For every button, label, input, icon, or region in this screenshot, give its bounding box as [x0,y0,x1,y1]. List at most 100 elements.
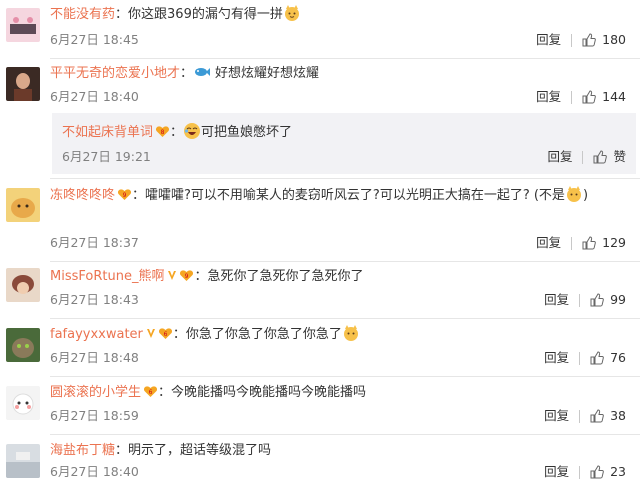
fan-badge-icon: 9 [180,270,194,281]
like-count: 99 [610,292,626,307]
reply-button[interactable]: 回复 [544,349,569,367]
comment-content: 圆滚滚的小学生 6 ：今晚能播吗今晚能播吗今晚能播吗 [50,385,367,400]
cat-face-emoji [566,186,581,202]
divider [582,150,584,164]
username[interactable]: fafayyxxwater [50,327,143,342]
comment-text: 急死你了急死你了急死你了 [207,269,364,284]
timestamp: 6月27日 18:37 [50,235,139,250]
thumbs-up-icon[interactable] [582,236,596,250]
reply-button[interactable]: 回复 [544,407,569,425]
svg-text:6: 6 [149,389,153,396]
svg-text:8: 8 [161,129,165,136]
username[interactable]: 冻咚咚咚咚 [50,188,115,203]
fan-badge-icon: 8 [155,126,170,137]
timestamp: 6月27日 18:59 [50,408,139,423]
reply-button[interactable]: 回复 [536,234,561,252]
comment-actions: 回复 23 [544,463,626,481]
avatar[interactable] [6,386,40,420]
username[interactable]: 平平无奇的恋爱小地才 [50,66,180,81]
thumbs-up-icon[interactable] [582,33,596,47]
fan-badge-icon: 6 [158,328,172,339]
reply-actions: 回复 赞 [547,148,626,166]
fish-emoji [195,68,211,76]
divider [571,236,573,250]
divider [579,351,581,365]
comment-content: MissFoRtune_熊啊 9 ：急死你了急死你了急死你了 [50,269,364,284]
separator [50,261,640,262]
separator [50,376,640,377]
reply-button[interactable]: 回复 [536,88,561,106]
username[interactable]: 海盐布丁糖 [50,443,115,458]
comment-text: 你这跟369的漏勺有得一拼 [128,7,283,22]
reply-button[interactable]: 回复 [536,31,561,49]
thumbs-up-icon[interactable] [590,409,604,423]
divider [571,33,573,47]
comment-content: 冻咚咚咚咚 9 ：嚯嚯嚯?可以不用喻某人的麦窃听风云了?可以光明正大搞在一起了? (… [50,185,628,207]
nested-reply: 不如起床背单词 8：可把鱼娘憋坏了 6月27日 19:21 回复 赞 [52,113,636,174]
thumbs-up-icon[interactable] [582,90,596,104]
thumbs-up-icon[interactable] [590,351,604,365]
username[interactable]: 圆滚滚的小学生 [50,385,141,400]
avatar[interactable] [6,444,40,478]
like-count: 76 [610,350,626,365]
avatar[interactable] [6,328,40,362]
comment-content: 不能没有药：你这跟369的漏勺有得一拼 [50,4,634,26]
thumbs-up-icon[interactable] [593,150,608,164]
avatar[interactable] [6,188,40,222]
username[interactable]: 不能没有药 [50,7,115,22]
thumbs-up-icon[interactable] [590,293,604,307]
avatar[interactable] [6,67,40,101]
like-count: 23 [610,464,626,479]
comment-text-end: ) [582,188,589,203]
reply-button[interactable]: 回复 [544,463,569,481]
comment-text: 今晚能播吗今晚能播吗今晚能播吗 [171,385,367,400]
comment-text: 嚯嚯嚯?可以不用喻某人的麦窃听风云了?可以光明正大搞在一起了? (不是 [145,188,565,203]
cat-face-emoji [284,5,299,21]
comment-content: fafayyxxwater 6 ：你急了你急了你急了你急了 [50,324,634,346]
like-label: 赞 [613,149,626,164]
like-count: 180 [602,32,626,47]
separator [50,178,640,179]
comment-text: 明示了，超话等级混了吗 [128,443,272,458]
comment-actions: 回复 129 [536,234,626,252]
comment-actions: 回复 180 [536,31,626,49]
divider [571,90,573,104]
divider [579,293,581,307]
comment-actions: 回复 144 [536,88,626,106]
cat-face-emoji [343,325,358,341]
comment-text: 好想炫耀好想炫耀 [215,66,320,81]
svg-text:9: 9 [123,192,127,199]
divider [579,465,581,479]
comment-actions: 回复 76 [544,349,626,367]
reply-text: 可把鱼娘憋坏了 [201,125,293,140]
reply-button[interactable]: 回复 [547,148,572,166]
reply-content: 不如起床背单词 8：可把鱼娘憋坏了 [62,122,630,144]
timestamp: 6月27日 18:48 [50,350,139,365]
comment-actions: 回复 38 [544,407,626,425]
timestamp: 6月27日 18:40 [50,464,139,479]
reply-button[interactable]: 回复 [544,291,569,309]
timestamp: 6月27日 18:45 [50,32,139,47]
v-badge-icon [168,271,177,280]
svg-text:9: 9 [185,273,189,280]
avatar[interactable] [6,268,40,302]
svg-text:6: 6 [163,331,167,338]
laughing-emoji [184,123,201,139]
like-count: 38 [610,408,626,423]
fan-badge-icon: 9 [117,189,132,200]
username[interactable]: MissFoRtune_熊啊 [50,269,164,284]
v-badge-icon [146,329,155,338]
timestamp: 6月27日 18:40 [50,89,139,104]
separator [50,318,640,319]
divider [579,409,581,423]
like-count: 144 [602,89,626,104]
username[interactable]: 不如起床背单词 [62,125,153,140]
like-count: 129 [602,235,626,250]
comment-text: 你急了你急了你急了你急了 [185,327,342,342]
comment-actions: 回复 99 [544,291,626,309]
timestamp: 6月27日 19:21 [62,149,151,164]
thumbs-up-icon[interactable] [590,465,604,479]
separator [50,434,640,435]
avatar[interactable] [6,8,40,42]
timestamp: 6月27日 18:43 [50,292,139,307]
